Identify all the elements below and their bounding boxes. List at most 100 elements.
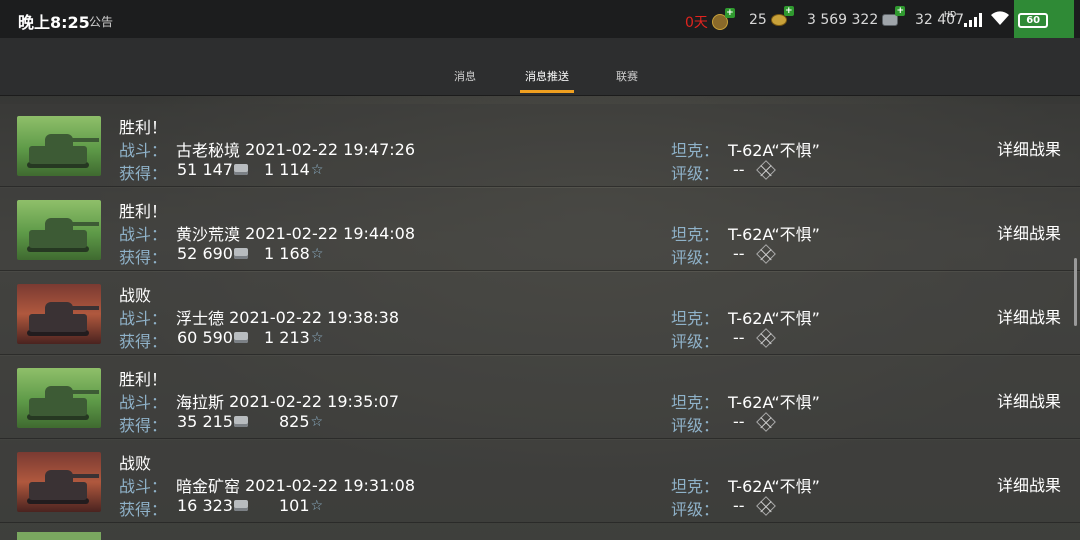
tank-name: T-62A“不惧” (728, 309, 820, 328)
silver-icon (233, 248, 248, 259)
battle-result: 胜利！ (119, 118, 168, 137)
tank-name: T-62A“不惧” (728, 141, 820, 160)
xp-value: 101 (279, 496, 310, 515)
credits-value: 51 147 (177, 160, 233, 179)
rating-text: -- (733, 328, 745, 347)
battle-label: 战斗： (119, 225, 168, 244)
earned-xp: 825 ☆ (279, 412, 323, 431)
map-name: 浮士德 (176, 309, 225, 328)
earned-credits: 60 590 (177, 328, 248, 347)
detail-button[interactable]: 详细战果 (997, 136, 1061, 160)
star-icon: ☆ (310, 497, 324, 514)
battle-map-time: 浮士德 2021-02-22 19:38:38 (176, 305, 399, 329)
star-icon: ☆ (310, 245, 324, 262)
clock: 晚上8:25 (18, 13, 90, 32)
star-icon: ☆ (310, 413, 324, 430)
battle-map-time: 古老秘境 2021-02-22 19:47:26 (176, 137, 415, 161)
signal-icon (964, 13, 983, 27)
next-row-thumbnail-peek (17, 532, 101, 540)
battle-label: 战斗： (119, 393, 168, 412)
gold-balance[interactable]: 25 + (749, 6, 794, 28)
system-icons: HD 60 (944, 9, 1049, 30)
battle-map-time: 黄沙荒漠 2021-02-22 19:44:08 (176, 221, 415, 245)
credits-value: 16 323 (177, 496, 233, 515)
earned-credits: 35 215 (177, 412, 248, 431)
status-bar: 晚上8:25 公告 0天 + 25 + 3 569 322 + 32 407 H… (0, 0, 1080, 58)
earned-credits: 16 323 (177, 496, 248, 515)
battle-row[interactable]: 战败 战斗： 浮士德 2021-02-22 19:38:38 获得： 60 59… (0, 272, 1080, 355)
rating-text: -- (733, 496, 745, 515)
active-tab-indicator (520, 90, 574, 93)
tank-name: T-62A“不惧” (728, 393, 820, 412)
rating-icon (755, 412, 776, 432)
earned-credits: 52 690 (177, 244, 248, 263)
tank-label: 坦克： (671, 477, 720, 496)
credits-value: 52 690 (177, 244, 233, 263)
rating-text: -- (733, 412, 745, 431)
battery-icon: 60 (1018, 12, 1049, 28)
silver-icon (233, 500, 248, 511)
network-type-label: HD (944, 9, 957, 19)
xp-value: 1 114 (264, 160, 310, 179)
rating-label: 评级： (671, 500, 720, 519)
tab-messages[interactable]: 消息 (454, 68, 476, 84)
rating-label: 评级： (671, 416, 720, 435)
rating-label: 评级： (671, 164, 720, 183)
earned-label: 获得： (119, 500, 168, 519)
map-name: 古老秘境 (176, 141, 241, 160)
detail-button[interactable]: 详细战果 (997, 472, 1061, 496)
silver-balance[interactable]: 3 569 322 + (807, 6, 906, 28)
notice-link[interactable]: 公告 (89, 13, 113, 30)
earned-xp: 101 ☆ (279, 496, 323, 515)
rating-icon (755, 328, 776, 348)
tab-league[interactable]: 联赛 (616, 68, 638, 84)
detail-button[interactable]: 详细战果 (997, 220, 1061, 244)
rating-text: -- (733, 160, 745, 179)
premium-days[interactable]: 0天 + (685, 8, 735, 32)
battle-datetime: 2021-02-22 19:44:08 (245, 223, 416, 243)
credits-value: 60 590 (177, 328, 233, 347)
tank-label: 坦克： (671, 225, 720, 244)
scrollbar[interactable] (1074, 258, 1077, 326)
map-name: 黄沙荒漠 (176, 225, 241, 244)
tab-bar: 消息 消息推送 联赛 (0, 38, 1080, 96)
victory-thumbnail (17, 368, 101, 428)
rating-value: -- (733, 412, 776, 432)
premium-days-value: 0天 (685, 15, 708, 31)
silver-icon (233, 332, 248, 343)
battle-row[interactable]: 胜利！ 战斗： 黄沙荒漠 2021-02-22 19:44:08 获得： 52 … (0, 188, 1080, 271)
xp-value: 825 (279, 412, 310, 431)
battle-datetime: 2021-02-22 19:35:07 (229, 391, 400, 411)
battle-result: 战败 (119, 286, 152, 305)
silver-icon (233, 416, 248, 427)
battle-label: 战斗： (119, 141, 168, 160)
tank-label: 坦克： (671, 309, 720, 328)
gold-icon: + (770, 6, 794, 28)
star-icon: ☆ (310, 329, 324, 346)
battle-datetime: 2021-02-22 19:47:26 (245, 139, 416, 159)
defeat-thumbnail (17, 452, 101, 512)
xp-value: 1 168 (264, 244, 310, 263)
battle-result: 胜利！ (119, 370, 168, 389)
defeat-thumbnail (17, 284, 101, 344)
victory-thumbnail (17, 116, 101, 176)
rating-icon (755, 160, 776, 180)
battle-row[interactable]: 战败 战斗： 暗金矿窑 2021-02-22 19:31:08 获得： 16 3… (0, 440, 1080, 523)
premium-icon: + (711, 8, 735, 30)
earned-label: 获得： (119, 164, 168, 183)
battle-map-time: 海拉斯 2021-02-22 19:35:07 (176, 389, 399, 413)
earned-label: 获得： (119, 248, 168, 267)
map-name: 暗金矿窑 (176, 477, 241, 496)
detail-button[interactable]: 详细战果 (997, 304, 1061, 328)
battle-row[interactable]: 胜利！ 战斗： 海拉斯 2021-02-22 19:35:07 获得： 35 2… (0, 356, 1080, 439)
rating-value: -- (733, 496, 776, 516)
earned-label: 获得： (119, 332, 168, 351)
battle-row[interactable]: 胜利！ 战斗： 古老秘境 2021-02-22 19:47:26 获得： 51 … (0, 104, 1080, 187)
silver-value: 3 569 322 (807, 12, 879, 28)
battle-datetime: 2021-02-22 19:31:08 (245, 475, 416, 495)
detail-button[interactable]: 详细战果 (997, 388, 1061, 412)
credits-value: 35 215 (177, 412, 233, 431)
tab-message-push[interactable]: 消息推送 (525, 68, 569, 84)
earned-credits: 51 147 (177, 160, 248, 179)
rating-label: 评级： (671, 248, 720, 267)
